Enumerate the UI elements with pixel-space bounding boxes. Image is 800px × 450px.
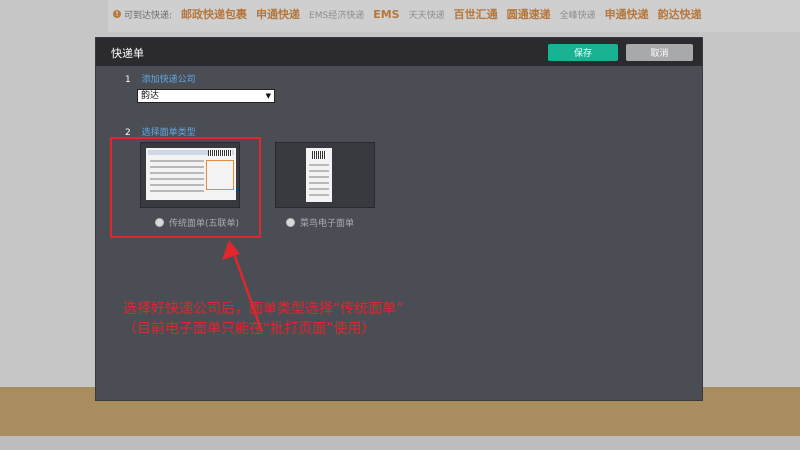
annotation-line-2: （目前电子面单只能在“批打页面”使用） (123, 321, 376, 337)
annotation-line-1: 选择好快递公司后，面单类型选择“传统面单” (123, 301, 404, 317)
annotation-text: 选择好快递公司后，面单类型选择“传统面单” （目前电子面单只能在“批打页面”使用… (123, 299, 404, 339)
annotation-arrow (222, 240, 264, 333)
